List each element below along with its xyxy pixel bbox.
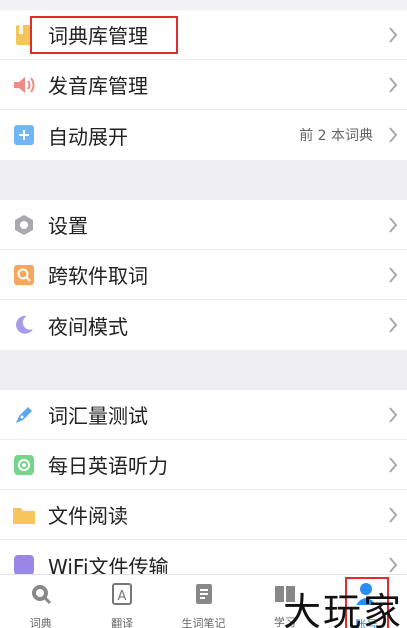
plus-icon [0, 125, 48, 145]
radio-icon [0, 454, 48, 475]
chevron-right-icon [379, 506, 407, 523]
settings-group-2: 设置 跨软件取词 夜间模式 [0, 200, 407, 350]
menu-item-label: 夜间模式 [48, 314, 128, 339]
menu-item-label: 自动展开 [48, 124, 128, 149]
chevron-right-icon [379, 76, 407, 93]
menu-item-vocabulary-test[interactable]: 词汇量测试 [0, 390, 407, 440]
section-gap [0, 350, 407, 390]
menu-item-dictionary-library[interactable]: 词典库管理 [0, 10, 407, 60]
menu-item-label: 跨软件取词 [48, 264, 148, 288]
menu-item-auto-expand[interactable]: 自动展开 前 2 本词典 [0, 110, 407, 160]
watermark-logo: 大玩家 [282, 590, 403, 628]
chevron-right-icon [379, 216, 407, 233]
tab-label: 生词笔记 [181, 616, 226, 628]
menu-item-label: 发音库管理 [48, 74, 148, 98]
chevron-right-icon [379, 406, 407, 423]
menu-item-label: 文件阅读 [48, 504, 128, 528]
dictionary-icon [30, 583, 52, 609]
menu-item-file-reading[interactable]: 文件阅读 [0, 490, 407, 540]
tab-dictionary[interactable]: 词典 [0, 575, 81, 628]
book-icon [0, 24, 48, 46]
menu-item-pronunciation-library[interactable]: 发音库管理 [0, 60, 407, 110]
menu-item-settings[interactable]: 设置 [0, 200, 407, 250]
svg-text:A: A [118, 589, 127, 604]
chevron-right-icon [379, 557, 407, 573]
menu-item-night-mode[interactable]: 夜间模式 [0, 300, 407, 350]
menu-item-label: 词典库管理 [48, 24, 148, 48]
chevron-right-icon [379, 317, 407, 333]
menu-item-daily-listening[interactable]: 每日英语听力 [0, 440, 407, 490]
menu-item-label: 词汇量测试 [48, 404, 148, 428]
tab-label: 翻译 [111, 616, 134, 628]
chevron-right-icon [379, 456, 407, 473]
chevron-right-icon [379, 26, 407, 43]
settings-group-3: 词汇量测试 每日英语听力 文件阅读 WiFi文件传输 [0, 390, 407, 590]
section-gap [0, 160, 407, 200]
folder-icon [0, 505, 48, 525]
menu-item-cross-app-lookup[interactable]: 跨软件取词 [0, 250, 407, 300]
auto-expand-value: 前 2 本词典 [299, 128, 373, 144]
notes-icon [195, 583, 213, 609]
tab-translate[interactable]: A 翻译 [81, 575, 162, 628]
menu-item-label: 每日英语听力 [48, 454, 168, 478]
speaker-icon [0, 75, 48, 95]
moon-icon [0, 314, 48, 336]
gear-icon [0, 214, 48, 236]
pen-icon [0, 404, 48, 426]
chevron-right-icon [379, 127, 407, 143]
translate-icon: A [112, 582, 133, 609]
tab-label: 词典 [29, 616, 52, 628]
wifi-icon [0, 555, 48, 575]
settings-group-1: 词典库管理 发音库管理 自动展开 前 2 本词典 [0, 10, 407, 160]
menu-item-label: 设置 [48, 214, 88, 238]
chevron-right-icon [379, 266, 407, 283]
tab-vocabulary-notes[interactable]: 生词笔记 [163, 575, 244, 628]
search-icon [0, 264, 48, 285]
